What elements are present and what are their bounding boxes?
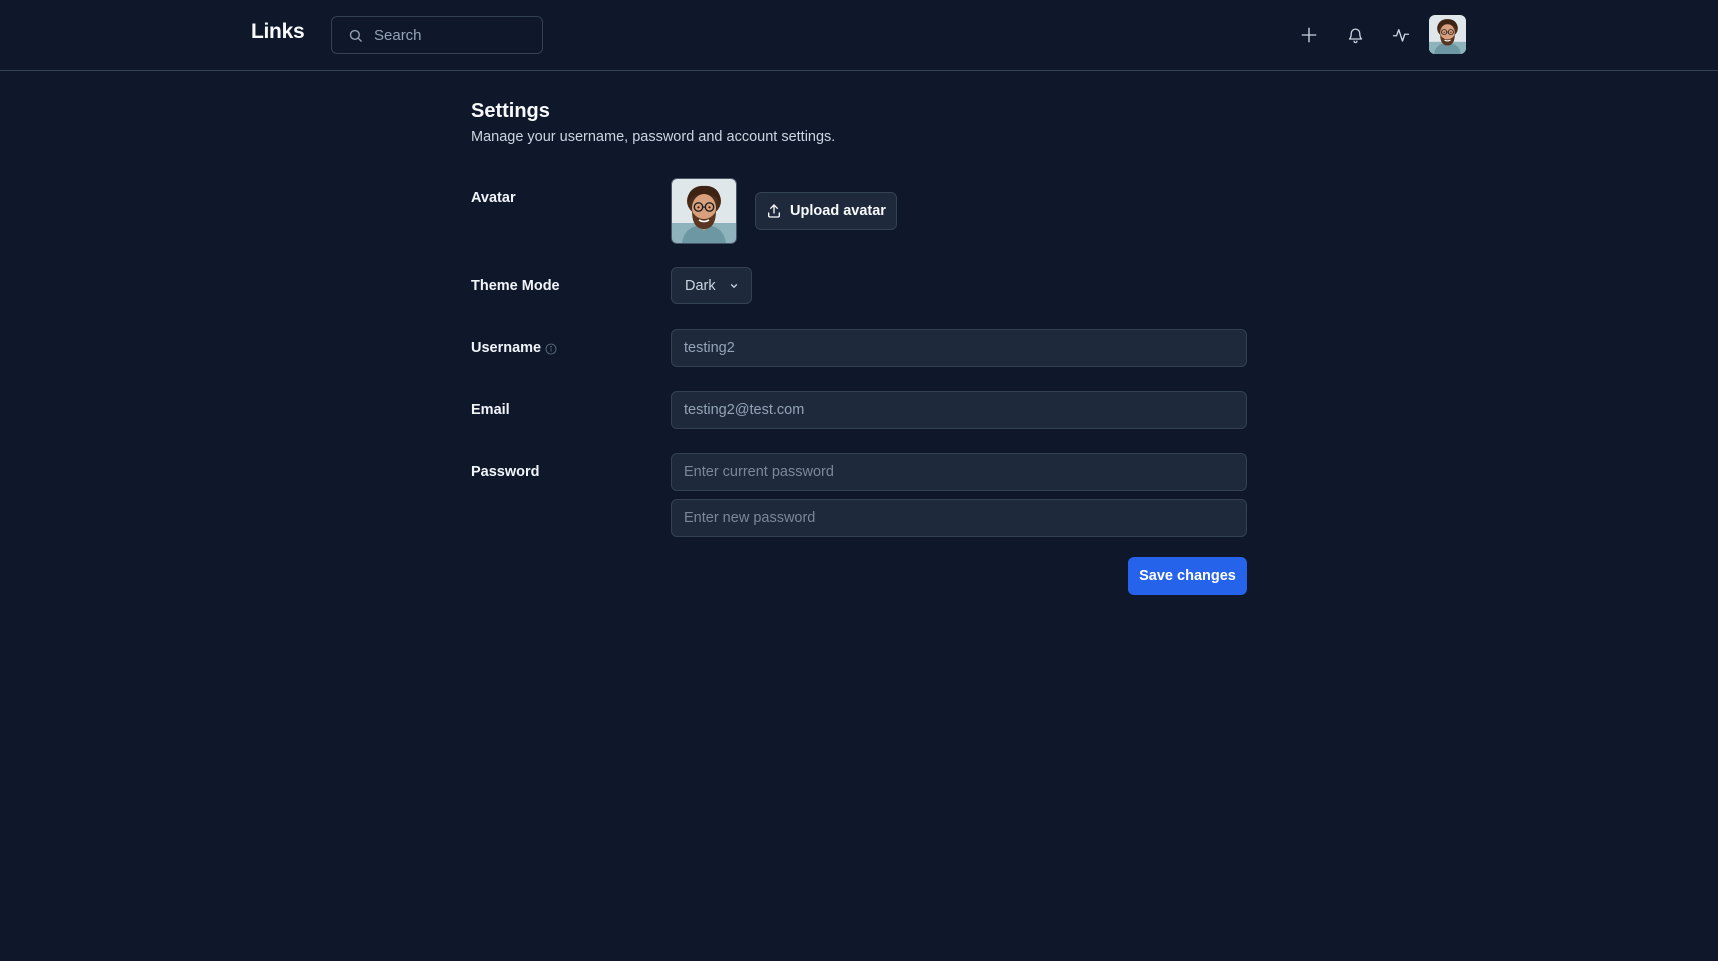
theme-mode-select[interactable]: Dark	[671, 267, 752, 304]
username-label-text: Username	[471, 340, 542, 356]
username-label: Username	[471, 340, 557, 356]
email-label: Email	[471, 402, 510, 418]
upload-icon	[768, 204, 781, 218]
avatar-label: Avatar	[471, 190, 516, 206]
username-field[interactable]	[671, 329, 1247, 367]
app-brand[interactable]: Links	[251, 20, 305, 44]
password-label: Password	[471, 464, 540, 480]
info-icon[interactable]	[545, 343, 557, 355]
new-password-field[interactable]	[671, 499, 1247, 537]
notifications-button[interactable]	[1338, 18, 1372, 52]
save-changes-button[interactable]: Save changes	[1128, 557, 1247, 595]
current-password-field[interactable]	[671, 453, 1247, 491]
email-field[interactable]	[671, 391, 1247, 429]
theme-mode-value: Dark	[685, 277, 716, 294]
activity-icon	[1392, 29, 1410, 42]
user-menu-avatar[interactable]	[1429, 15, 1466, 54]
plus-icon	[1301, 27, 1317, 43]
avatar-preview	[671, 178, 737, 244]
theme-mode-label: Theme Mode	[471, 278, 560, 294]
activity-button[interactable]	[1384, 18, 1418, 52]
upload-avatar-button[interactable]: Upload avatar	[755, 192, 897, 230]
bell-icon	[1348, 27, 1362, 43]
search-input[interactable]	[372, 25, 532, 45]
avatar	[1429, 15, 1466, 54]
page-subtitle: Manage your username, password and accou…	[471, 129, 836, 145]
search-box[interactable]	[331, 16, 543, 54]
search-icon	[349, 29, 362, 42]
top-navigation-bar: Links	[0, 0, 1718, 71]
upload-avatar-label: Upload avatar	[790, 203, 886, 219]
chevron-down-icon	[730, 284, 738, 288]
avatar-image	[672, 179, 736, 243]
page-title: Settings	[471, 100, 550, 122]
create-link-button[interactable]	[1292, 18, 1326, 52]
